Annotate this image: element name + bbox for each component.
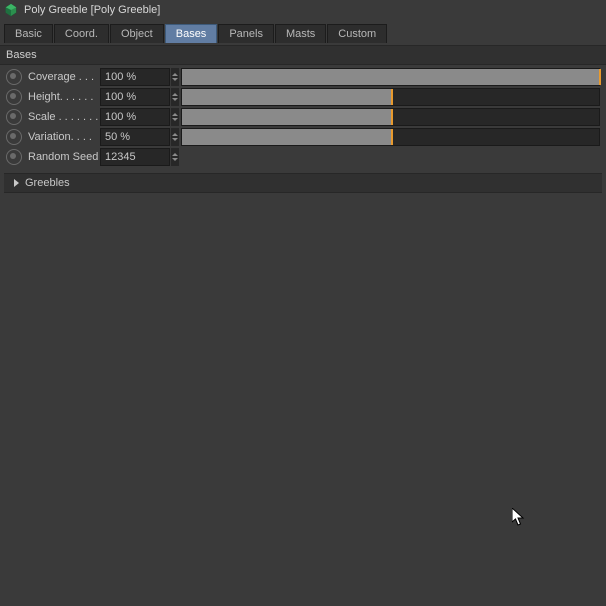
prop-label: Coverage . . .	[28, 71, 100, 83]
spinner-control[interactable]	[171, 128, 179, 146]
tab-masts[interactable]: Masts	[275, 24, 326, 43]
spinner-control[interactable]	[171, 68, 179, 86]
slider-fill	[182, 69, 599, 85]
radio-icon[interactable]	[6, 69, 22, 85]
radio-icon[interactable]	[6, 89, 22, 105]
radio-icon[interactable]	[6, 149, 22, 165]
tab-bases[interactable]: Bases	[165, 24, 218, 43]
value-input[interactable]: 100 %	[100, 108, 170, 126]
slider-track[interactable]	[181, 68, 600, 86]
prop-row-4: Random Seed12345	[4, 147, 602, 167]
prop-label: Random Seed	[28, 151, 100, 163]
prop-row-0: Coverage . . .100 %	[4, 67, 602, 87]
value-input[interactable]: 100 %	[100, 68, 170, 86]
spinner-control[interactable]	[171, 108, 179, 126]
prop-row-3: Variation. . . .50 %	[4, 127, 602, 147]
tab-custom[interactable]: Custom	[327, 24, 387, 43]
radio-icon[interactable]	[6, 129, 22, 145]
value-input[interactable]: 12345	[100, 148, 170, 166]
expander-label: Greebles	[25, 177, 70, 189]
spinner-control[interactable]	[171, 148, 179, 166]
slider-track[interactable]	[181, 128, 600, 146]
prop-label: Variation. . . .	[28, 131, 100, 143]
value-input[interactable]: 50 %	[100, 128, 170, 146]
slider-fill	[182, 89, 391, 105]
slider-fill	[182, 109, 391, 125]
tab-basic[interactable]: Basic	[4, 24, 53, 43]
tab-bar: BasicCoord.ObjectBasesPanelsMastsCustom	[0, 20, 606, 45]
tab-coord[interactable]: Coord.	[54, 24, 109, 43]
tab-panels[interactable]: Panels	[218, 24, 274, 43]
tab-object[interactable]: Object	[110, 24, 164, 43]
value-input[interactable]: 100 %	[100, 88, 170, 106]
window-title: Poly Greeble [Poly Greeble]	[24, 4, 160, 16]
prop-row-2: Scale . . . . . . .100 %	[4, 107, 602, 127]
spinner-control[interactable]	[171, 88, 179, 106]
expander-greebles[interactable]: Greebles	[4, 173, 602, 193]
slider-track[interactable]	[181, 108, 600, 126]
title-bar: Poly Greeble [Poly Greeble]	[0, 0, 606, 20]
slider-track[interactable]	[181, 88, 600, 106]
properties-panel: Coverage . . .100 %Height. . . . . .100 …	[0, 65, 606, 169]
mouse-cursor-icon	[512, 508, 528, 528]
triangle-right-icon	[14, 179, 19, 187]
prop-label: Height. . . . . .	[28, 91, 100, 103]
section-header-bases: Bases	[0, 45, 606, 65]
prop-row-1: Height. . . . . .100 %	[4, 87, 602, 107]
radio-icon[interactable]	[6, 109, 22, 125]
slider-fill	[182, 129, 391, 145]
prop-label: Scale . . . . . . .	[28, 111, 100, 123]
plugin-icon	[4, 3, 18, 17]
